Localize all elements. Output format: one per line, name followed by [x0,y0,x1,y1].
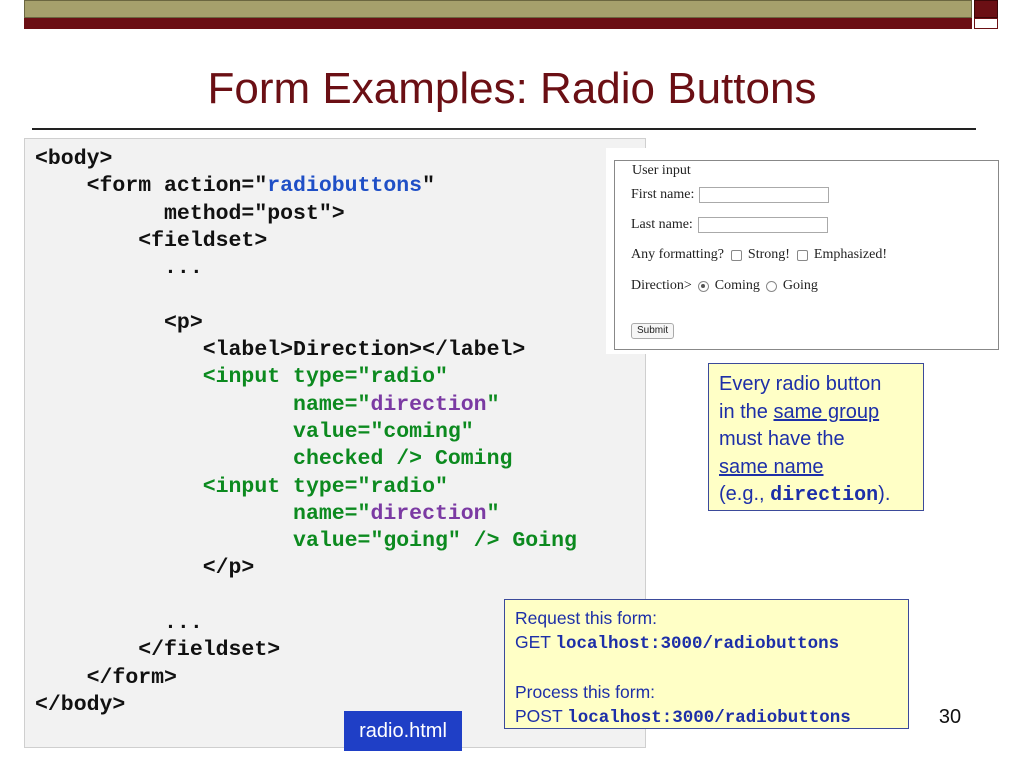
top-decorative-bar [24,0,998,30]
code-token: value="coming" [35,419,474,444]
code-line: method="post"> [35,201,577,228]
direction-code: direction [770,484,879,507]
code-line: <fieldset> [35,228,577,255]
form-preview: User input First name: Last name: Any fo… [606,148,1000,354]
note-eg-open: (e.g., [719,483,771,505]
post-line: POST localhost:3000/radiobuttons [515,704,898,730]
code-token: <label>Direction></label> [35,338,526,363]
code-token: <fieldset> [35,228,268,253]
strong-label: Strong! [747,247,790,262]
code-line: name="direction" [35,392,577,419]
formatting-row: Any formatting? Strong! Emphasized! [631,247,887,263]
code-line: <input type="radio" [35,474,577,501]
page-number: 30 [938,706,962,728]
get-url: localhost:3000/radiobuttons [555,634,840,654]
code-token: <input type="radio" [35,365,448,390]
code-token: checked /> Coming [35,447,513,472]
note-eg-close: ). [878,483,891,505]
emphasized-checkbox[interactable] [796,249,808,261]
code-token: direction [370,392,487,417]
code-line: <input type="radio" [35,364,577,391]
title-divider [32,128,976,130]
emphasized-label: Emphasized! [813,247,888,262]
code-line: </fieldset> [35,637,577,664]
code-token: direction [370,501,487,526]
coming-radio[interactable] [697,280,709,292]
code-line: ... [35,610,577,637]
process-label: Process this form: [515,682,656,702]
code-line: <label>Direction></label> [35,337,577,364]
code-token: </p> [35,556,255,581]
code-token: ... [35,256,203,281]
note-line-1: Every radio button [719,373,882,395]
fieldset-box: User input First name: Last name: Any fo… [614,160,999,350]
code-line: <p> [35,310,577,337]
radio-group-note: Every radio button in the same group mus… [708,363,924,511]
slide-title: Form Examples: Radio Buttons [207,64,817,113]
code-token: </fieldset> [35,638,281,663]
same-name-text: same name [719,455,824,478]
top-bar-square-dark [974,0,998,18]
formatting-label: Any formatting? [631,247,724,262]
last-name-input[interactable] [697,217,828,233]
coming-label: Coming [714,278,760,293]
going-label: Going [782,278,818,293]
filename-label: radio.html [344,711,462,751]
note-spacer [515,656,898,680]
request-label: Request this form: [515,608,657,628]
code-token: <form action=" [35,174,268,199]
code-line: </form> [35,665,577,692]
get-line: GET localhost:3000/radiobuttons [515,630,898,656]
fieldset-legend: User input [629,163,694,179]
top-bar-olive [24,0,972,18]
note-line-5: (e.g., direction). [719,481,913,510]
direction-row: Direction> Coming Going [631,278,818,294]
strong-checkbox[interactable] [730,249,742,261]
going-radio[interactable] [765,280,777,292]
top-bar-maroon [24,18,972,29]
code-token: ... [35,611,203,636]
code-token: <p> [35,310,203,335]
submit-button[interactable]: Submit [631,323,675,339]
code-token: name=" [35,501,371,526]
code-token: <body> [35,147,113,171]
code-token: " [486,392,500,417]
code-token: method="post"> [35,201,345,226]
code-token: " [422,174,435,199]
note-in-the: in the [719,400,774,423]
last-name-label: Last name: [631,217,693,232]
code-token: value="going" /> Going [35,529,577,554]
get-method: GET [515,632,556,652]
note-line-3: must have the [719,428,845,450]
request-process-note: Request this form: GET localhost:3000/ra… [504,599,909,729]
code-token: </body> [35,692,126,717]
code-token: </form> [35,665,177,690]
code-line: </p> [35,555,577,582]
code-line: value="going" /> Going [35,528,577,555]
post-method: POST [515,706,568,726]
code-block: <body> <form action="radiobuttons" metho… [35,146,577,719]
post-url: localhost:3000/radiobuttons [567,708,851,728]
note-line-2: in the same group [719,399,913,427]
code-token: <input type="radio" [35,474,448,499]
first-name-row: First name: [631,187,830,203]
code-token: name=" [35,392,371,417]
same-group-text: same group [773,400,880,423]
direction-label: Direction> [631,278,692,293]
first-name-input[interactable] [699,187,830,203]
code-line: value="coming" [35,419,577,446]
top-bar-square-light [974,18,998,29]
last-name-row: Last name: [631,217,828,233]
code-line: checked /> Coming [35,446,577,473]
code-token: " [486,501,500,526]
code-line: </body> [35,692,577,719]
code-line: <body> [35,146,577,173]
code-token: radiobuttons [267,174,423,199]
code-line: ... [35,255,577,282]
code-line: <form action="radiobuttons" [35,173,577,200]
code-line: name="direction" [35,501,577,528]
first-name-label: First name: [631,187,695,202]
